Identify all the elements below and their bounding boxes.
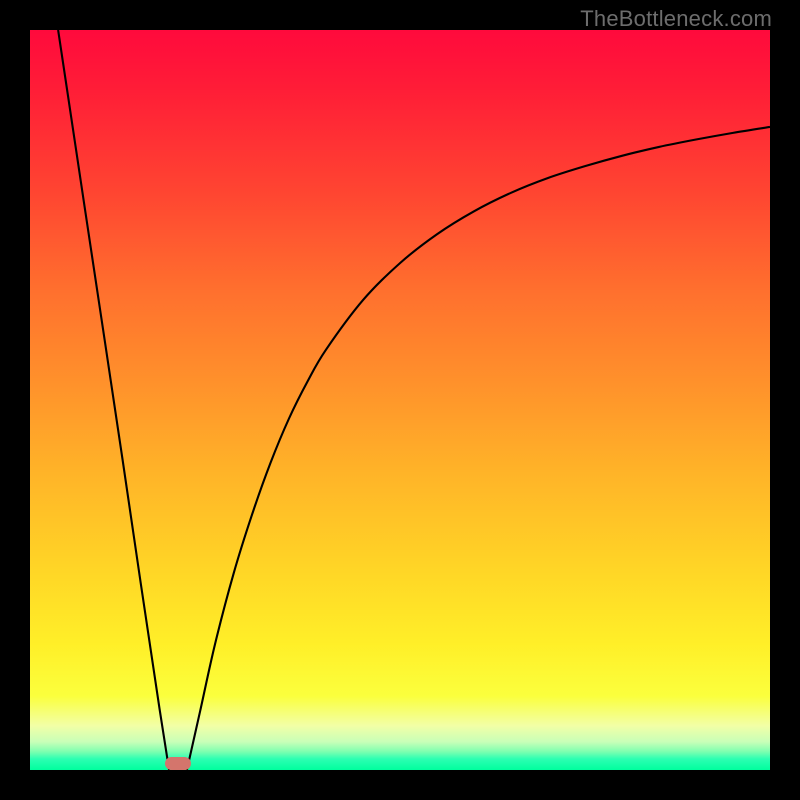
watermark-text: TheBottleneck.com [580, 6, 772, 32]
plot-area [30, 30, 770, 770]
optimum-marker [165, 757, 190, 770]
chart-frame: TheBottleneck.com [0, 0, 800, 800]
curve-right-branch [187, 127, 770, 770]
bottleneck-curve [30, 30, 770, 770]
curve-left-branch [58, 30, 169, 770]
